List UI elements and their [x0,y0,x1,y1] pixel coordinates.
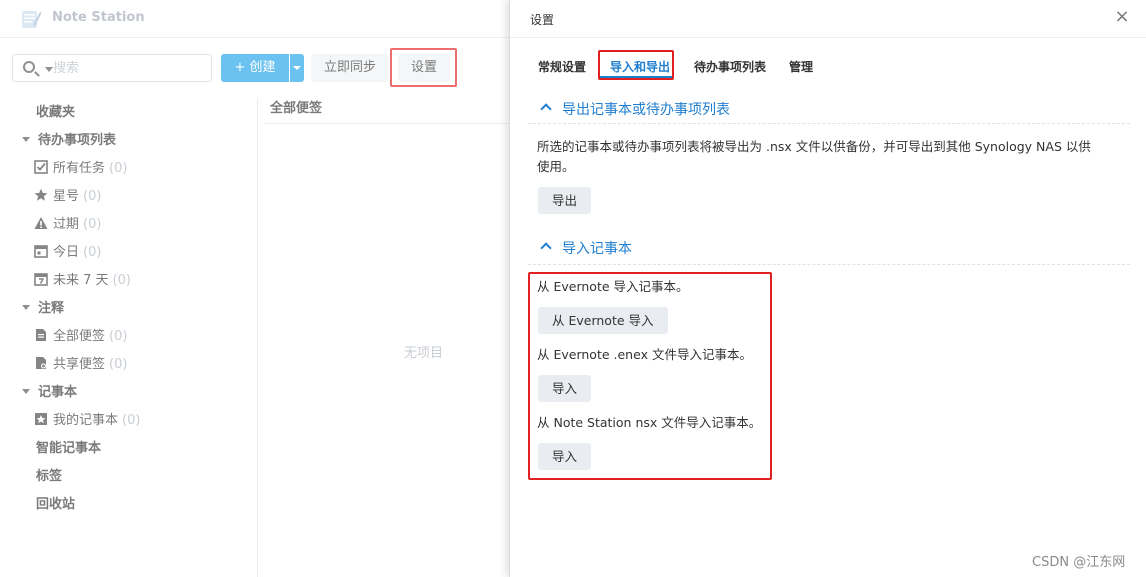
tab-manage[interactable]: 管理 [789,58,813,75]
sidebar-item-trash[interactable]: 回收站 [36,494,75,516]
app-title: Note Station [52,10,145,25]
sidebar-item-tags[interactable]: 标签 [36,466,62,488]
settings-panel-title: 设置 [530,13,555,27]
sidebar-group-notebooks[interactable]: 记事本 [22,382,77,404]
star-icon [34,188,48,201]
collapse-triangle-icon[interactable] [22,305,30,310]
import-section-header[interactable]: 导入记事本 [540,238,1130,260]
export-description-line-1: 所选的记事本或待办事项列表将被导出为 .nsx 文件以供备份，并可导出到其他 S… [537,139,1091,154]
export-button[interactable]: 导出 [538,187,592,214]
sidebar: 收藏夹 待办事项列表 所有任务 (0) 星号 (0) 过期 (0) 今日 (0) 未来 … [0,98,258,577]
sidebar-item-next-7-days[interactable]: 未来 7 天 (0) [34,270,131,292]
sidebar-item-smart-notebook[interactable]: 智能记事本 [36,438,101,460]
section-divider [528,264,1130,265]
sidebar-item-shared-notes[interactable]: 共享便签 (0) [34,354,127,376]
empty-list-text: 无项目 [404,346,444,361]
settings-highlight-box [390,48,457,87]
sync-now-button[interactable]: 立即同步 [311,54,389,82]
note-station-logo-icon [22,11,42,28]
export-section-title: 导出记事本或待办事项列表 [562,102,730,118]
tab-general-settings[interactable]: 常规设置 [538,58,586,75]
calendar-7-icon [34,273,48,286]
search-box[interactable] [12,54,212,82]
shared-note-icon [36,357,46,369]
note-list-header: 全部便签 [264,90,510,124]
sidebar-group-todo[interactable]: 待办事项列表 [22,130,116,152]
collapse-triangle-icon[interactable] [22,389,30,394]
collapse-triangle-icon[interactable] [22,137,30,142]
sidebar-item-overdue[interactable]: 过期 (0) [34,214,101,236]
sidebar-item-my-notebook[interactable]: 我的记事本 (0) [34,410,140,432]
sidebar-item-all-notes[interactable]: 全部便签 (0) [34,326,127,348]
export-description-line-2: 使用。 [537,159,575,174]
app-titlebar: Note Station [0,0,510,38]
tab-todo-list[interactable]: 待办事项列表 [694,58,766,75]
sidebar-group-notes[interactable]: 注释 [22,298,64,320]
tab-highlight-box [598,50,674,80]
calendar-icon [34,245,48,258]
note-list-title: 全部便签 [270,101,323,116]
warning-icon [34,217,48,229]
sidebar-item-favorites[interactable]: 收藏夹 [36,102,75,124]
notebook-icon [35,413,47,425]
export-section-header[interactable]: 导出记事本或待办事项列表 [540,99,1130,121]
import-highlight-box [528,272,772,480]
chevron-down-icon[interactable] [45,67,53,72]
search-icon[interactable] [23,61,35,73]
section-divider [528,123,1130,124]
chevron-up-icon[interactable] [540,103,552,115]
sidebar-item-today[interactable]: 今日 (0) [34,242,101,264]
settings-panel: 设置 × 常规设置 导入和导出 待办事项列表 管理 导出记事本或待办事项列表 所… [509,0,1146,577]
chevron-up-icon[interactable] [540,242,552,254]
settings-panel-header: 设置 × [510,0,1146,38]
note-icon [36,329,46,341]
sidebar-item-all-tasks[interactable]: 所有任务 (0) [34,158,127,180]
import-section-title: 导入记事本 [562,241,632,257]
checkbox-icon [34,160,48,174]
create-button[interactable]: + 创建 [221,54,289,82]
search-input[interactable] [53,59,203,77]
create-dropdown-button[interactable] [290,54,304,82]
watermark-text: CSDN @江东网 [1032,555,1126,570]
close-icon[interactable]: × [1114,8,1130,26]
sidebar-item-starred[interactable]: 星号 (0) [34,186,101,208]
